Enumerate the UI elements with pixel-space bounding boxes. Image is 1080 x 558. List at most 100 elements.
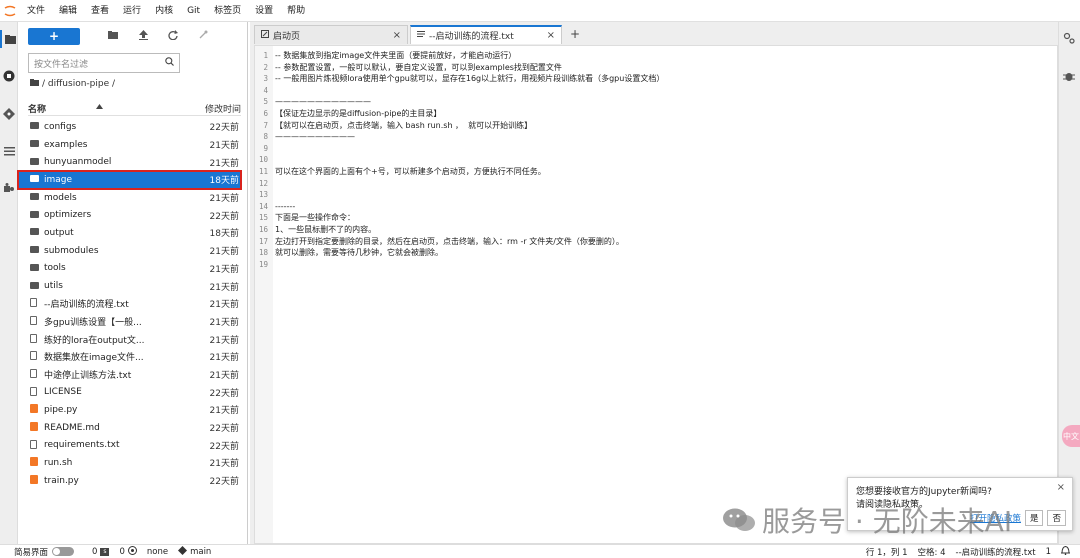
line-text [271,178,275,190]
file-modified-time: 21天前 [209,406,239,417]
file-row[interactable]: README.md 22天前 [18,419,241,437]
menu-kernel[interactable]: 内核 [148,0,180,22]
line-text: 【就可以在启动页，点击终端，输入 bash run.sh ， 就可以开始训练】 [275,120,533,130]
folder-icon [30,210,44,220]
modified-column-header[interactable]: 修改时间 [205,102,241,115]
running-icon[interactable] [0,67,18,85]
menu-view[interactable]: 查看 [84,0,116,22]
file-row[interactable]: 多gpu训练设置【一般... 21天前 [18,313,241,331]
menu-help[interactable]: 帮助 [280,0,312,22]
simple-mode-toggle[interactable] [52,547,75,556]
property-inspector-icon[interactable] [1063,32,1075,47]
file-row[interactable]: 数据集放在image文件... 21天前 [18,348,241,366]
code-line: 11 可以在这个界面的上面有个+号，可以新建多个启动页，方便执行不同任务。 [255,166,1045,178]
terminal-count[interactable]: 0 s [92,547,110,557]
file-name: train.py [44,475,79,486]
sort-ascending-icon[interactable] [96,102,104,115]
git-icon[interactable] [0,105,18,123]
kernel-status[interactable]: none [147,547,168,557]
file-row[interactable]: requirements.txt 22天前 [18,436,241,454]
line-number: 5 [263,97,268,107]
table-of-contents-icon[interactable] [0,142,18,160]
kernel-count[interactable]: 0 [119,545,137,558]
file-row[interactable]: LICENSE 22天前 [18,383,241,401]
breadcrumb-path[interactable]: / diffusion-pipe / [42,79,115,89]
shell-file-icon [30,457,44,468]
file-modified-time: 22天前 [209,211,239,222]
privacy-policy-link[interactable]: 打开隐私政策 [970,512,1021,524]
line-text [271,189,275,201]
menu-tabs[interactable]: 标签页 [207,0,248,22]
file-modified-time: 21天前 [209,353,239,364]
jupyter-logo-icon[interactable] [0,0,20,22]
side-badge[interactable]: 中文 [1062,425,1080,447]
python-file-icon [30,404,44,415]
folder-row[interactable]: submodules 21天前 [18,242,241,260]
launcher-icon [261,29,269,41]
notification-actions: 打开隐私政策 是 否 [970,510,1066,526]
folder-row[interactable]: output 18天前 [18,224,241,242]
line-number: 9 [263,143,268,153]
file-filter-input[interactable]: 按文件名过滤 [28,53,180,73]
debugger-icon[interactable] [1063,70,1075,85]
line-text: 下面是一些操作命令： [275,213,355,223]
line-number: 17 [258,236,268,246]
file-list: configs 22天前 examples 21天前 hunyuanmodel 21天前 i… [17,118,242,490]
upload-icon[interactable] [128,29,158,43]
search-icon [165,57,174,69]
folder-row[interactable]: hunyuanmodel 21天前 [18,153,241,171]
notification-message-line1: 您想要接收官方的Jupyter新闻吗? [856,487,992,497]
new-folder-icon[interactable] [98,30,128,42]
line-number: 15 [258,213,268,223]
folder-row[interactable]: image 18天前 [17,170,242,190]
git-clone-icon[interactable] [188,30,218,43]
add-tab-button[interactable]: + [564,25,586,44]
file-row[interactable]: train.py 22天前 [18,472,241,490]
new-launcher-button[interactable]: + [28,27,80,45]
folder-row[interactable]: examples 21天前 [18,136,241,154]
cursor-position[interactable]: 行 1，列 1 [866,546,908,558]
no-button[interactable]: 否 [1047,510,1066,526]
menu-file[interactable]: 文件 [20,0,52,22]
file-modified-time: 21天前 [209,194,239,205]
menu-edit[interactable]: 编辑 [52,0,84,22]
file-name: --启动训练的流程.txt [44,300,129,311]
close-icon[interactable]: × [393,30,401,41]
code-line: 8 —————————— [255,131,1045,143]
close-icon[interactable]: × [1057,482,1065,493]
indent-spaces[interactable]: 空格: 4 [918,546,946,558]
folder-row[interactable]: configs 22天前 [18,118,241,136]
menu-settings[interactable]: 设置 [248,0,280,22]
bell-icon[interactable] [1061,545,1070,558]
folder-icon[interactable] [0,30,18,48]
tab-file[interactable]: --启动训练的流程.txt × [410,25,562,44]
file-row[interactable]: 中途停止训练方法.txt 21天前 [18,366,241,384]
file-row[interactable]: 练好的lora在output文... 21天前 [18,330,241,348]
home-folder-icon[interactable] [30,79,39,89]
extensions-icon[interactable] [0,180,18,198]
notification-count: 1 [1045,546,1051,557]
text-editor[interactable]: 1 -- 数据集放到指定image文件夹里面（要提前放好，才能启动运行） 2 -- 参… [254,45,1058,544]
file-row[interactable]: pipe.py 21天前 [18,401,241,419]
file-modified-time: 22天前 [209,388,239,399]
menu-run[interactable]: 运行 [116,0,148,22]
folder-row[interactable]: tools 21天前 [18,260,241,278]
git-branch[interactable]: main [178,545,211,558]
menu-git[interactable]: Git [180,0,207,22]
folder-row[interactable]: models 21天前 [18,189,241,207]
refresh-icon[interactable] [158,29,188,43]
folder-row[interactable]: utils 21天前 [18,277,241,295]
simple-mode-label: 简易界面 [14,547,49,558]
file-row[interactable]: run.sh 21天前 [18,454,241,472]
tab-launcher[interactable]: 启动页 × [254,25,408,44]
yes-button[interactable]: 是 [1024,510,1044,526]
file-name: 数据集放在image文件... [44,353,144,364]
close-icon[interactable]: × [547,30,555,41]
file-name: optimizers [44,210,92,221]
folder-row[interactable]: optimizers 22天前 [18,206,241,224]
name-column-header[interactable]: 名称 [28,102,46,115]
kernel-count-value: 0 [119,546,125,557]
tab-launcher-label: 启动页 [273,31,301,42]
file-row[interactable]: --启动训练的流程.txt 21天前 [18,295,241,313]
folder-icon [30,122,44,131]
